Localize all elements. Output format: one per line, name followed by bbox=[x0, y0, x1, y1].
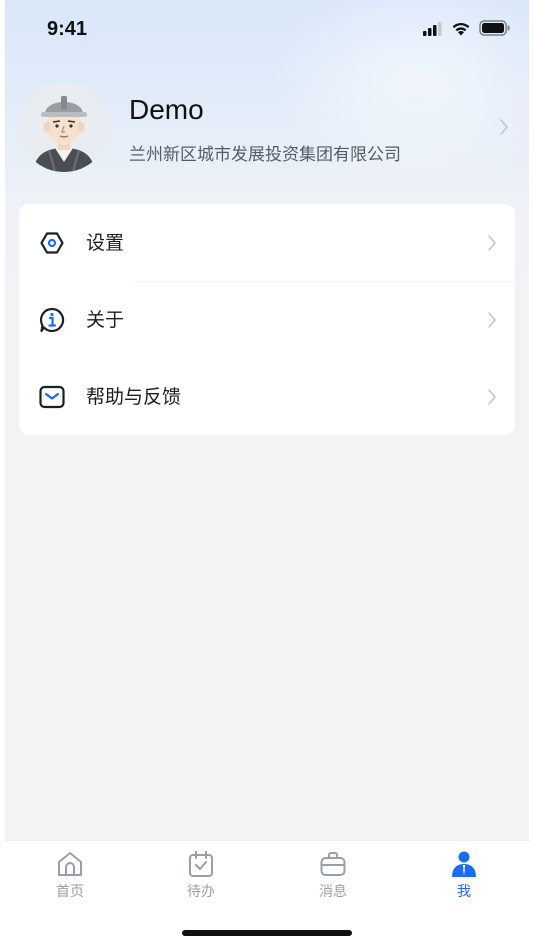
feedback-envelope-icon bbox=[39, 384, 65, 410]
menu-item-label: 设置 bbox=[86, 232, 125, 254]
status-icons bbox=[423, 20, 511, 40]
wifi-icon bbox=[451, 21, 471, 40]
chevron-right-icon bbox=[487, 388, 497, 410]
profile-company: 兰州新区城市发展投资集团有限公司 bbox=[129, 145, 401, 165]
profile-name: Demo bbox=[129, 94, 204, 125]
tab-label: 我 bbox=[457, 884, 471, 900]
tab-messages[interactable]: 消息 bbox=[303, 850, 363, 901]
cellular-signal-icon bbox=[423, 21, 443, 40]
settings-menu-card: 设置 关于 帮助与反馈 bbox=[19, 204, 515, 435]
menu-item-label: 帮助与反馈 bbox=[86, 386, 182, 408]
tab-home[interactable]: 首页 bbox=[40, 850, 100, 901]
tab-todo[interactable]: 待办 bbox=[171, 850, 231, 901]
tab-label: 首页 bbox=[56, 884, 84, 900]
chevron-right-icon bbox=[487, 311, 497, 333]
menu-item-about[interactable]: 关于 bbox=[19, 281, 515, 358]
home-indicator bbox=[182, 930, 352, 936]
profile-person-icon bbox=[450, 850, 478, 878]
chevron-right-icon bbox=[499, 118, 509, 140]
tab-label: 待办 bbox=[187, 884, 215, 900]
menu-item-help-feedback[interactable]: 帮助与反馈 bbox=[19, 358, 515, 435]
settings-hex-icon bbox=[39, 230, 65, 256]
home-icon bbox=[56, 850, 84, 878]
info-bubble-icon bbox=[39, 307, 65, 333]
todo-calendar-icon bbox=[187, 850, 215, 878]
avatar[interactable] bbox=[19, 82, 109, 172]
status-time: 9:41 bbox=[47, 18, 88, 40]
battery-icon bbox=[479, 20, 511, 40]
menu-item-settings[interactable]: 设置 bbox=[19, 204, 515, 281]
chevron-right-icon bbox=[487, 234, 497, 256]
tab-label: 消息 bbox=[319, 884, 347, 900]
status-bar: 9:41 bbox=[5, 0, 529, 60]
profile-header[interactable]: Demo 兰州新区城市发展投资集团有限公司 bbox=[19, 82, 515, 174]
app-screen: 9:41 Demo 兰州新区城市发展投资集团有限公司 设置 关于 帮助与反馈 首… bbox=[5, 0, 529, 950]
tab-me[interactable]: 我 bbox=[434, 850, 494, 901]
message-briefcase-icon bbox=[319, 850, 347, 878]
menu-item-label: 关于 bbox=[86, 309, 125, 331]
